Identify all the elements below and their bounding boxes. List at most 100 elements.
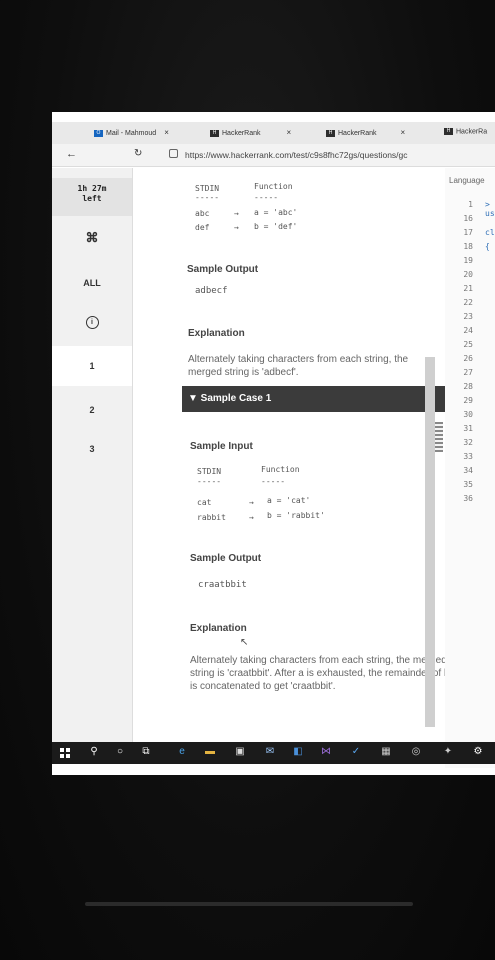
arrow-icon: → (234, 223, 239, 232)
tab-hackerrank-3[interactable]: H HackerRa (444, 128, 487, 140)
url-field[interactable]: https://www.hackerrank.com/test/c9s8fhc7… (185, 150, 408, 160)
pane-resize-handle[interactable] (435, 422, 443, 452)
info-item[interactable]: i (52, 316, 132, 329)
search-icon[interactable]: ⚲ (88, 746, 100, 758)
line-number: 1 (468, 200, 473, 209)
address-bar: ← ↻ https://www.hackerrank.com/test/c9s8… (52, 144, 495, 167)
laptop-hinge (85, 902, 413, 906)
line-number: 32 (463, 438, 473, 447)
close-icon[interactable]: × (164, 128, 169, 137)
line-number: 16 (463, 214, 473, 223)
line-number: 18 (463, 242, 473, 251)
tab-hackerrank-2[interactable]: H HackerRank × (326, 128, 405, 140)
store-icon[interactable]: ▣ (234, 746, 246, 758)
line-number: 33 (463, 452, 473, 461)
line-number: 35 (463, 480, 473, 489)
sample-function-value: b = 'rabbit' (267, 511, 325, 520)
close-icon[interactable]: × (401, 128, 406, 137)
function-header: Function (254, 182, 293, 191)
line-number: 24 (463, 326, 473, 335)
file-explorer-icon[interactable]: ▬ (204, 746, 216, 758)
windows-taskbar: ⚲ ○ ⧉ e ▬ ▣ ✉ ◧ ⋈ ✓ ▦ ◎ ✦ ⚙ (52, 742, 495, 764)
sample-output-value: craatbbit (198, 580, 247, 590)
line-number: 34 (463, 466, 473, 475)
stdin-header: STDIN (195, 184, 220, 193)
settings-icon[interactable]: ⚙ (472, 746, 484, 758)
sidebar-item-question-2[interactable]: 2 (52, 390, 132, 430)
hackerrank-icon: H (210, 129, 219, 137)
sample-output-title: Sample Output (187, 264, 259, 275)
laptop-screen: O Mail - Mahmoud × H HackerRank × H HackerRan… (52, 112, 495, 775)
arrow-icon: → (234, 209, 239, 218)
todo-icon[interactable]: ✓ (350, 746, 362, 758)
outlook-icon: O (94, 129, 103, 137)
language-label: Language (449, 176, 485, 185)
line-number: 22 (463, 298, 473, 307)
mail-icon[interactable]: ✉ (264, 746, 276, 758)
app-icon[interactable]: ▦ (380, 746, 392, 758)
app-icon-2[interactable]: ◎ (410, 746, 422, 758)
command-icon[interactable]: ⌘ (52, 230, 132, 246)
windows-icon[interactable] (60, 748, 70, 758)
line-number: 29 (463, 396, 473, 405)
function-dashes: ----- (261, 477, 286, 486)
hackerrank-icon: H (326, 129, 335, 137)
line-number: 26 (463, 354, 473, 363)
line-number: 30 (463, 410, 473, 419)
sample-input-value: rabbit (197, 513, 226, 522)
sample-input-value: def (195, 223, 210, 232)
info-icon: i (85, 316, 99, 329)
mouse-cursor-icon: ↖ (240, 637, 249, 648)
tab-mail[interactable]: O Mail - Mahmoud × (94, 128, 169, 140)
explanation-text: Alternately taking characters from each … (188, 354, 409, 378)
sample-input-value: abc (195, 209, 210, 218)
lock-icon (169, 149, 178, 158)
line-number: 23 (463, 312, 473, 321)
line-number: 20 (463, 270, 473, 279)
scrollbar[interactable] (425, 357, 435, 727)
sample-output-title: Sample Output (190, 553, 262, 564)
task-view-icon[interactable]: ⧉ (140, 746, 152, 758)
explanation-text: Alternately taking characters from each … (190, 655, 450, 692)
line-number: 28 (463, 382, 473, 391)
sample-function-value: b = 'def' (254, 222, 298, 231)
problem-statement: STDIN Function ----- ----- abc → a = 'ab… (134, 168, 452, 768)
app-icon-3[interactable]: ✦ (442, 746, 454, 758)
code-line: cl (485, 228, 495, 237)
function-dashes: ----- (254, 193, 279, 202)
sample-input-title: Sample Input (190, 441, 253, 452)
stdin-header: STDIN (197, 467, 222, 476)
explanation-title: Explanation (188, 328, 245, 339)
line-number: 31 (463, 424, 473, 433)
line-number: 25 (463, 340, 473, 349)
sidebar-item-all[interactable]: ALL (52, 278, 132, 288)
edge-icon[interactable]: e (176, 746, 188, 758)
sample-input-value: cat (197, 498, 212, 507)
line-number: 27 (463, 368, 473, 377)
explanation-title: Explanation (190, 623, 247, 634)
visual-studio-icon[interactable]: ⋈ (320, 746, 332, 758)
time-remaining: 1h 27m left (52, 178, 132, 216)
editor-corner-text: T (481, 773, 488, 775)
cortana-icon[interactable]: ○ (114, 746, 126, 758)
line-number: 36 (463, 494, 473, 503)
hackerrank-icon: H (444, 128, 453, 135)
code-editor[interactable]: Language 1 16 17 18 19 20 21 22 23 24 25… (445, 168, 495, 775)
line-number: 21 (463, 284, 473, 293)
line-number: 17 (463, 228, 473, 237)
tab-hackerrank-1[interactable]: H HackerRank × (210, 128, 291, 140)
code-line: > us (485, 200, 495, 218)
outlook-icon[interactable]: ◧ (292, 746, 304, 758)
stdin-dashes: ----- (197, 477, 222, 486)
sample-function-value: a = 'cat' (267, 496, 311, 505)
sample-function-value: a = 'abc' (254, 208, 298, 217)
close-icon[interactable]: × (287, 128, 292, 137)
sidebar-item-question-3[interactable]: 3 (52, 434, 132, 464)
browser-tab-strip: O Mail - Mahmoud × H HackerRank × H HackerRan… (52, 122, 495, 145)
reload-icon[interactable]: ↻ (134, 148, 142, 159)
sample-case-header[interactable]: ▼ Sample Case 1 (182, 386, 452, 412)
sidebar-item-question-1[interactable]: 1 (52, 346, 132, 386)
function-header: Function (261, 465, 300, 474)
back-arrow-icon[interactable]: ← (66, 148, 77, 160)
stdin-dashes: ----- (195, 193, 220, 202)
